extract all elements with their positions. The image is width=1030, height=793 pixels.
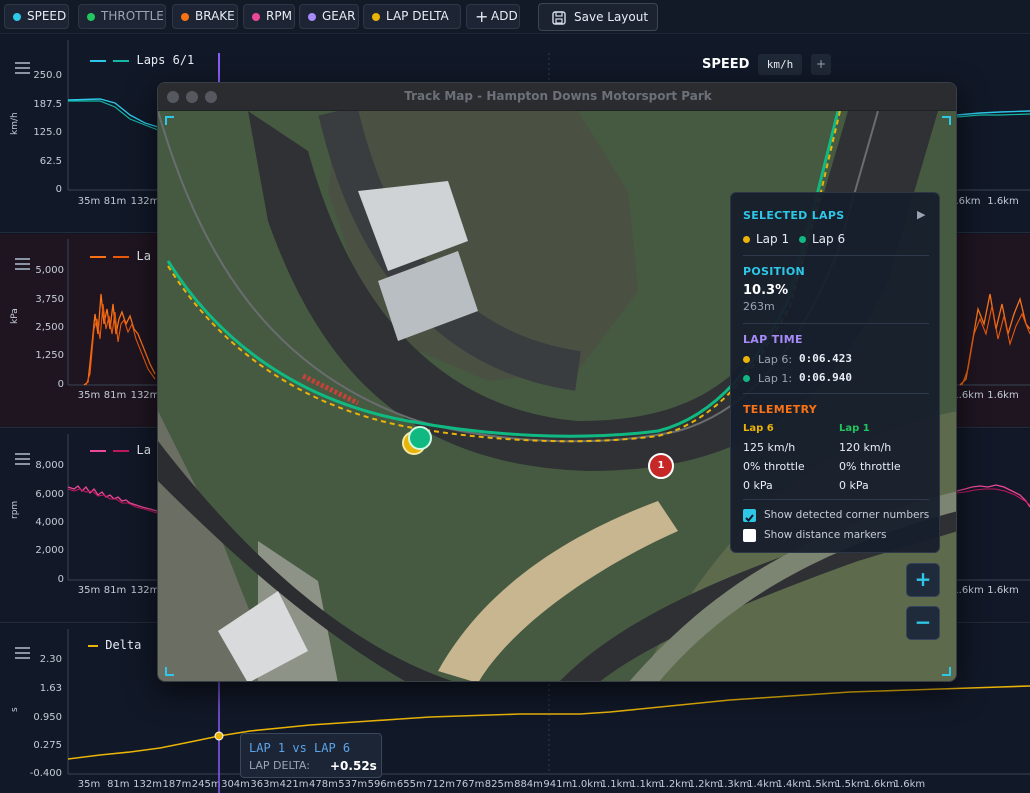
add-channel-button[interactable]: + ADD <box>466 4 520 29</box>
position-percent: 10.3% <box>743 283 789 298</box>
lap6-car-marker <box>408 426 432 450</box>
chip-throttle[interactable]: THROTTLE <box>78 4 166 29</box>
lap1-time-label: Lap 1: <box>758 372 793 385</box>
speed-lap6-series <box>67 98 159 128</box>
chip-speed[interactable]: SPEED <box>4 4 69 29</box>
zoom-out-button[interactable]: − <box>906 606 940 640</box>
corner-numbers-checkbox[interactable] <box>743 509 756 522</box>
distance-markers-checkbox[interactable] <box>743 529 756 542</box>
lap1-time-value: 0:06.940 <box>799 371 852 384</box>
floppy-disk-icon <box>552 11 566 25</box>
corner-number-badge[interactable]: 1 <box>648 453 674 479</box>
plus-icon: + <box>475 7 489 26</box>
window-titlebar[interactable]: Track Map - Hampton Downs Motorsport Par… <box>158 83 956 111</box>
lap-delta-dot-icon <box>372 13 380 21</box>
rpm-lap6-series-right <box>956 484 1030 508</box>
distance-markers-label[interactable]: Show distance markers <box>764 529 886 541</box>
lap-info-panel: SELECTED LAPS ▶ Lap 1 Lap 6 POSITION 10.… <box>730 192 940 553</box>
gear-dot-icon <box>308 13 316 21</box>
cursor-marker <box>214 731 224 741</box>
play-icon[interactable]: ▶ <box>917 208 925 221</box>
lap1-chip[interactable]: Lap 1 <box>756 232 789 246</box>
brake-dot-icon <box>181 13 189 21</box>
divider <box>743 499 929 500</box>
tooltip-value: +0.52s <box>330 759 377 773</box>
divider <box>743 393 929 394</box>
tele-lap6-throttle: 0% throttle <box>743 460 805 473</box>
lap-time-title: LAP TIME <box>743 333 803 346</box>
throttle-dot-icon <box>87 13 95 21</box>
brake-lap6-series-right <box>959 293 1030 386</box>
lap6-time-label: Lap 6: <box>758 353 793 366</box>
tele-lap6-head: Lap 6 <box>743 423 774 434</box>
tooltip-title: LAP 1 vs LAP 6 <box>249 741 351 755</box>
tele-lap1-head: Lap 1 <box>839 423 870 434</box>
lap6-chip[interactable]: Lap 6 <box>812 232 845 246</box>
checkmark-icon <box>745 514 754 522</box>
telemetry-title: TELEMETRY <box>743 403 818 416</box>
speed-dot-icon <box>13 13 21 21</box>
chip-gear[interactable]: GEAR <box>299 4 359 29</box>
delta-tooltip: LAP 1 vs LAP 6 LAP DELTA: +0.52s <box>240 733 382 778</box>
tele-lap6-speed: 125 km/h <box>743 441 796 454</box>
chip-brake[interactable]: BRAKE <box>172 4 238 29</box>
rpm-lap1-series-right <box>956 488 1030 506</box>
delta-series <box>67 685 1030 760</box>
tooltip-label: LAP DELTA: <box>249 759 310 772</box>
tele-lap6-brake: 0 kPa <box>743 479 773 492</box>
rpm-dot-icon <box>252 13 260 21</box>
chip-lap-delta[interactable]: LAP DELTA <box>363 4 461 29</box>
lap6-dot-icon <box>799 236 806 243</box>
divider <box>743 255 929 256</box>
brake-lap1-series-right <box>961 305 1030 386</box>
toolbar: SPEED THROTTLE BRAKE RPM GEAR LAP DELTA … <box>0 0 1030 34</box>
rpm-lap1-series <box>67 488 158 514</box>
track-map-window: Track Map - Hampton Downs Motorsport Par… <box>157 82 957 682</box>
save-layout-button[interactable]: Save Layout <box>538 3 658 31</box>
position-meters: 263m <box>743 300 775 313</box>
tele-lap1-speed: 120 km/h <box>839 441 892 454</box>
tele-lap1-throttle: 0% throttle <box>839 460 901 473</box>
divider <box>743 323 929 324</box>
cursor-line-top <box>218 53 220 83</box>
chip-rpm[interactable]: RPM <box>243 4 295 29</box>
lap1-time-dot-icon <box>743 375 750 382</box>
lap6-time-value: 0:06.423 <box>799 352 852 365</box>
selected-laps-title: SELECTED LAPS <box>743 209 845 222</box>
lap6-time-dot-icon <box>743 356 750 363</box>
brake-lap6-series <box>83 293 156 386</box>
tele-lap1-brake: 0 kPa <box>839 479 869 492</box>
window-title: Track Map - Hampton Downs Motorsport Par… <box>404 89 712 103</box>
speed-lap1-series <box>68 100 159 131</box>
lap1-dot-icon <box>743 236 750 243</box>
corner-numbers-label[interactable]: Show detected corner numbers <box>764 509 929 521</box>
position-title: POSITION <box>743 265 805 278</box>
zoom-in-button[interactable]: + <box>906 563 940 597</box>
